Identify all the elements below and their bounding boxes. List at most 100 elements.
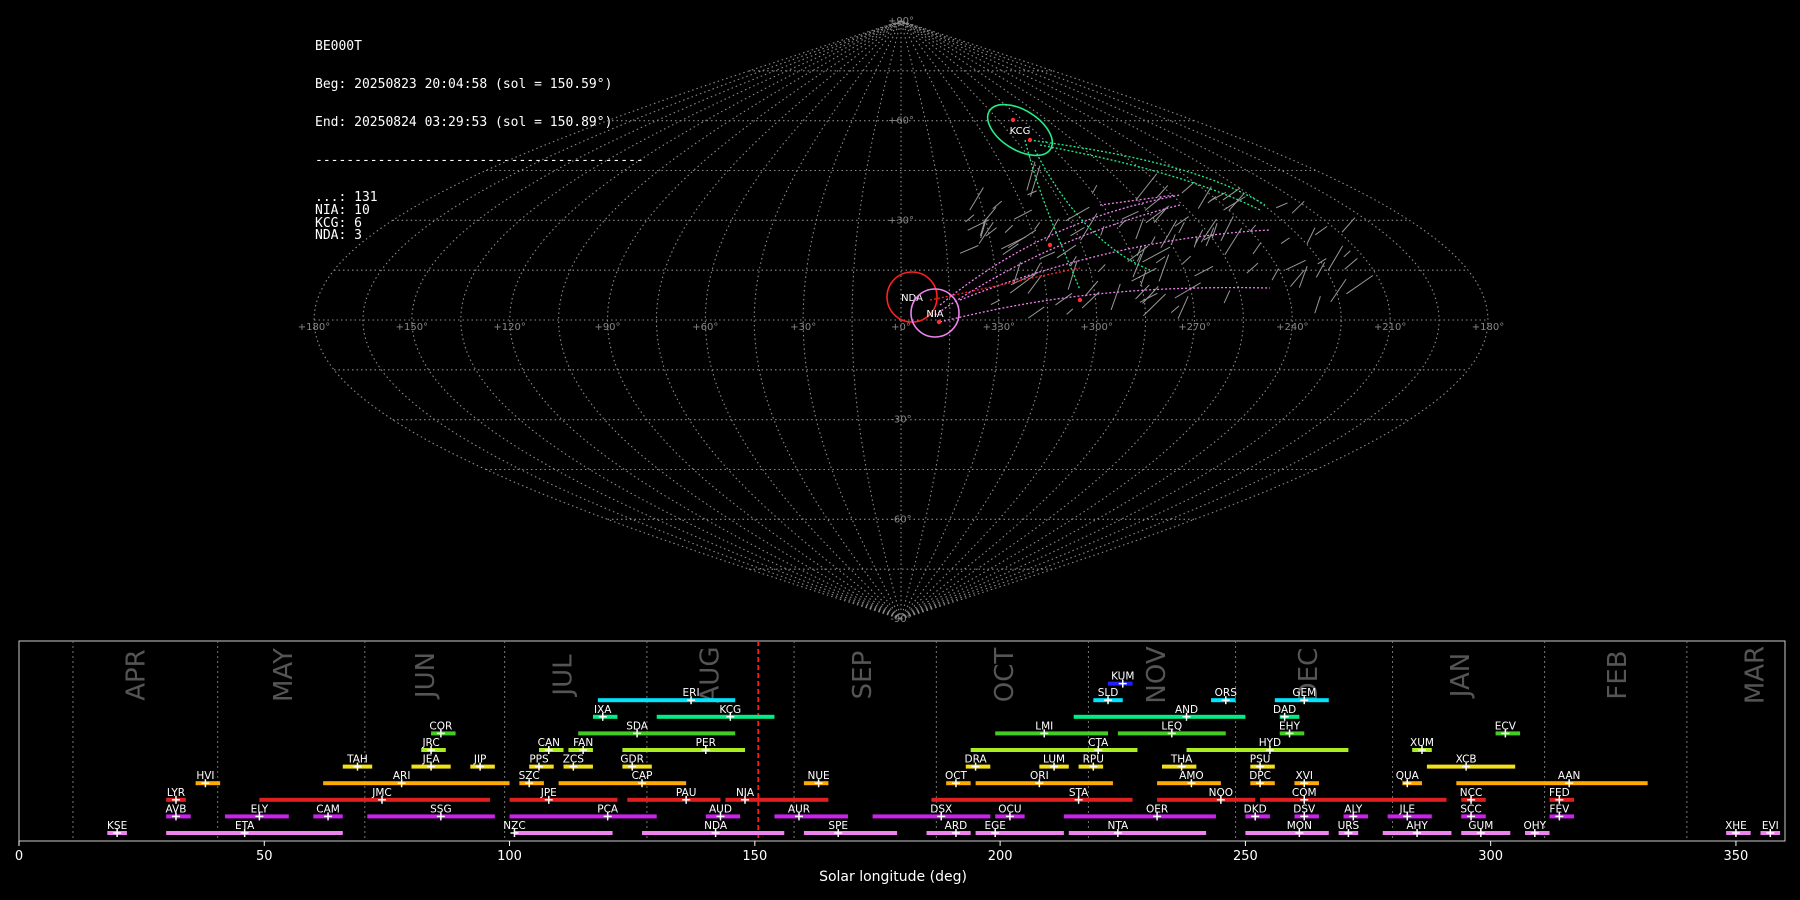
- shower-ocu: OCU: [995, 803, 1025, 821]
- shower-label: THA: [1170, 754, 1193, 766]
- meteor-trail: [1178, 222, 1185, 234]
- meteor-trail: [1343, 250, 1351, 258]
- shower-label: ORS: [1215, 687, 1238, 699]
- lon-label: +300°: [1080, 322, 1112, 333]
- shower-label: QUA: [1396, 770, 1420, 782]
- meteor-trail: [1056, 244, 1077, 259]
- shower-lyr: LYR: [166, 787, 186, 804]
- x-tick-label: 200: [988, 849, 1013, 864]
- radiant-point: [1027, 137, 1033, 143]
- x-tick-label: 150: [742, 849, 767, 864]
- meteor-trail: [1327, 245, 1344, 271]
- shower-label: PPS: [529, 754, 549, 766]
- shower-label: GEM: [1292, 687, 1316, 699]
- shower-label: AUR: [788, 803, 810, 815]
- lat-label: +90°: [888, 16, 914, 27]
- shower-label: OHY: [1524, 820, 1547, 832]
- shower-bar: [622, 748, 746, 752]
- shower-bar: [1260, 797, 1447, 802]
- meteor-trail: [1315, 225, 1328, 236]
- meteor-trail: [1034, 222, 1041, 230]
- meteor-trail: [1100, 225, 1105, 236]
- shower-trail: [959, 229, 1271, 301]
- meteor-trail: [1223, 196, 1246, 211]
- shower-label: LUM: [1043, 754, 1065, 766]
- meteor-trail: [1027, 306, 1045, 319]
- shower-bar: [970, 748, 1138, 752]
- shower-label: ARD: [945, 820, 968, 832]
- shower-bar: [323, 781, 510, 786]
- meteor-trail: [959, 245, 979, 254]
- shower-label: SLD: [1098, 687, 1119, 699]
- sky-map: +90° +60° +30° -30° -60° -90° +180° +150° +120° +…: [298, 16, 1504, 625]
- shower-label: ARI: [393, 770, 411, 782]
- month-label: SEP: [848, 651, 878, 700]
- meteor-trail: [1110, 283, 1121, 311]
- shower-dpc: DPC: [1249, 770, 1275, 788]
- shower-can: CAN: [538, 737, 564, 754]
- lat-label: +60°: [888, 116, 914, 127]
- shower-label: GUM: [1468, 820, 1493, 832]
- lon-label: +180°: [1472, 322, 1504, 333]
- shower-label: SSG: [430, 803, 451, 815]
- meteor-trail: [1315, 261, 1326, 278]
- shower-label: COR: [429, 720, 452, 732]
- meteor-trail: [1181, 181, 1195, 194]
- month-label: MAY: [269, 648, 299, 702]
- meridian-line: [900, 20, 1391, 620]
- lon-label: +30°: [790, 322, 816, 333]
- shower-label: CAM: [316, 803, 340, 815]
- shower-label: SCC: [1460, 803, 1481, 815]
- lon-label: +240°: [1276, 322, 1308, 333]
- meteor-trail: [1194, 265, 1214, 277]
- shower-bar: [1073, 714, 1246, 719]
- meteor-trail: [1004, 224, 1014, 234]
- shower-label: NTA: [1108, 820, 1129, 832]
- shower-bar: [166, 831, 343, 835]
- x-tick-label: 300: [1478, 849, 1503, 864]
- shower-label: FEV: [1549, 803, 1570, 815]
- meteor-trail: [1084, 280, 1099, 297]
- shower-label: KSE: [107, 820, 127, 832]
- meteor-trail: [1314, 296, 1321, 314]
- shower-rpu: RPU: [1078, 754, 1104, 771]
- shower-bar: [1456, 781, 1648, 786]
- shower-label: CAP: [632, 770, 653, 782]
- shower-label: JIP: [473, 754, 487, 766]
- shower-sld: SLD: [1093, 687, 1123, 705]
- meteor-trail: [1182, 255, 1192, 265]
- shower-oct: OCT: [945, 770, 971, 788]
- meridian-line: [900, 20, 1293, 620]
- lat-label: +30°: [888, 215, 914, 226]
- meteor-trail: [1170, 305, 1180, 313]
- shower-ohy: OHY: [1524, 820, 1550, 837]
- shower-label: EHY: [1279, 720, 1301, 732]
- shower-trail: [1024, 139, 1081, 291]
- lon-label: +330°: [983, 322, 1015, 333]
- shower-label: SPE: [828, 820, 848, 832]
- shower-label: COM: [1292, 787, 1317, 799]
- lon-label: +270°: [1178, 322, 1210, 333]
- radiant-label: NIA: [926, 309, 943, 320]
- shower-cor: COR: [429, 720, 456, 738]
- meteor-trail: [1174, 216, 1189, 227]
- meteor-trail: [1298, 266, 1308, 288]
- shower-label: NCC: [1460, 787, 1483, 799]
- meteor-trail: [1160, 220, 1177, 248]
- meridian-line: [362, 20, 902, 620]
- meteor-trail: [1150, 236, 1156, 245]
- x-tick-label: 50: [256, 849, 273, 864]
- shower-label: HYD: [1259, 737, 1281, 749]
- shower-bar: [1068, 831, 1207, 835]
- shower-label: ALY: [1344, 803, 1363, 815]
- shower-label: XUM: [1410, 737, 1434, 749]
- shower-label: DAD: [1273, 704, 1296, 716]
- meteor-trail: [1142, 246, 1171, 263]
- lon-label: +0°: [891, 322, 911, 333]
- shower-trail: [939, 286, 1271, 323]
- shower-label: AUD: [709, 803, 732, 815]
- shower-fan: FAN: [568, 737, 593, 754]
- month-label: NOV: [1142, 646, 1172, 703]
- month-label: JUN: [411, 652, 441, 700]
- meteor-trail: [1145, 205, 1170, 224]
